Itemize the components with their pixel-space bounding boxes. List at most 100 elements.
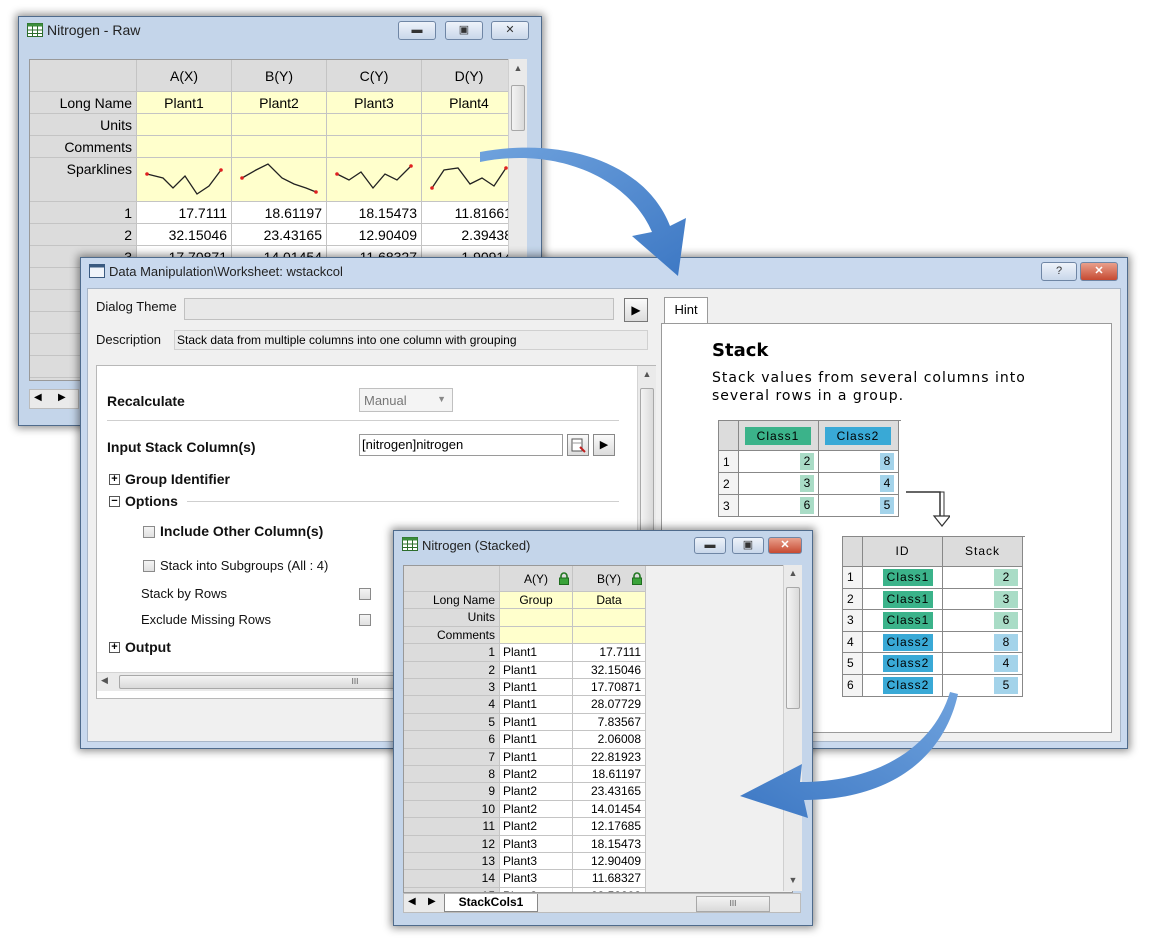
column-header[interactable]: A(X) bbox=[137, 60, 232, 92]
sheet-tab[interactable]: StackCols1 bbox=[444, 894, 538, 912]
row-label[interactable]: Units bbox=[404, 609, 500, 627]
scroll-thumb[interactable] bbox=[511, 85, 525, 131]
recalculate-dropdown[interactable]: Manual ▼ bbox=[359, 388, 453, 412]
expand-output-icon[interactable]: + bbox=[109, 642, 120, 653]
stacked-worksheet-grid[interactable]: A(Y) B(Y) Long Name Group Data Units Comments 1… bbox=[403, 565, 793, 893]
scroll-right-arrow[interactable]: ▶ bbox=[428, 896, 436, 907]
input-stack-field[interactable]: [nitrogen]nitrogen bbox=[359, 434, 563, 456]
data-cell[interactable]: 12.17685 bbox=[573, 818, 646, 836]
group-identifier-label[interactable]: Group Identifier bbox=[125, 471, 230, 487]
data-cell[interactable]: Plant1 bbox=[500, 644, 573, 662]
data-cell[interactable]: Plant2 bbox=[500, 766, 573, 784]
row-label[interactable]: Long Name bbox=[30, 92, 137, 114]
data-cell[interactable]: 7.83567 bbox=[573, 713, 646, 732]
row-number[interactable]: 12 bbox=[404, 835, 500, 853]
data-cell[interactable]: Plant1 bbox=[500, 679, 573, 697]
label-cell[interactable]: Group bbox=[500, 592, 573, 610]
row-number[interactable]: 10 bbox=[404, 800, 500, 819]
data-cell[interactable]: Plant1 bbox=[500, 731, 573, 749]
data-cell[interactable]: 32.15046 bbox=[137, 224, 232, 246]
label-cell[interactable] bbox=[573, 609, 646, 627]
row-number[interactable]: 2 bbox=[30, 224, 137, 246]
data-cell[interactable]: 18.15473 bbox=[573, 835, 646, 853]
close-button[interactable]: ✕ bbox=[768, 537, 802, 554]
scroll-left-arrow[interactable]: ◀ bbox=[101, 675, 108, 686]
label-cell[interactable] bbox=[573, 626, 646, 645]
data-cell[interactable]: 12.90409 bbox=[327, 224, 422, 246]
data-cell[interactable]: 32.15046 bbox=[573, 661, 646, 679]
data-cell[interactable]: 22.81923 bbox=[573, 748, 646, 766]
label-cell[interactable] bbox=[327, 136, 422, 158]
data-cell[interactable]: Plant1 bbox=[500, 661, 573, 679]
scroll-left-arrow[interactable]: ◀ bbox=[34, 392, 42, 403]
input-menu-button[interactable]: ▶ bbox=[593, 434, 615, 456]
data-cell[interactable]: 17.7111 bbox=[137, 202, 232, 224]
row-number[interactable]: 5 bbox=[404, 713, 500, 732]
raw-titlebar[interactable]: Nitrogen - Raw ▬ ▣ ✕ bbox=[19, 17, 541, 45]
label-cell[interactable] bbox=[137, 136, 232, 158]
data-cell[interactable]: Plant1 bbox=[500, 696, 573, 714]
data-cell[interactable]: 23.43165 bbox=[232, 224, 327, 246]
select-columns-icon[interactable] bbox=[567, 434, 589, 456]
expand-group-identifier-icon[interactable]: + bbox=[109, 474, 120, 485]
scroll-up-arrow[interactable]: ▲ bbox=[638, 369, 656, 379]
collapse-options-icon[interactable]: − bbox=[109, 496, 120, 507]
label-cell[interactable]: Plant4 bbox=[422, 92, 508, 114]
label-cell[interactable] bbox=[422, 114, 508, 136]
row-label[interactable]: Sparklines bbox=[30, 158, 137, 202]
data-cell[interactable]: Plant2 bbox=[500, 800, 573, 819]
row-number[interactable]: 1 bbox=[30, 202, 137, 224]
data-cell[interactable]: Plant3 bbox=[500, 870, 573, 888]
stack-subgroups-checkbox[interactable] bbox=[143, 560, 155, 572]
column-header[interactable]: D(Y) bbox=[422, 60, 508, 92]
row-number[interactable]: 1 bbox=[404, 644, 500, 662]
row-label[interactable]: Units bbox=[30, 114, 137, 136]
output-label[interactable]: Output bbox=[125, 639, 171, 655]
scroll-up-arrow[interactable]: ▲ bbox=[509, 63, 527, 73]
label-cell[interactable]: Plant2 bbox=[232, 92, 327, 114]
row-number[interactable]: 11 bbox=[404, 818, 500, 836]
tab-scrollbar[interactable]: III bbox=[696, 896, 770, 912]
label-cell[interactable] bbox=[500, 609, 573, 627]
row-label[interactable]: Comments bbox=[30, 136, 137, 158]
data-cell[interactable]: 23.43165 bbox=[573, 783, 646, 801]
help-button[interactable]: ? bbox=[1041, 262, 1077, 281]
corner-cell[interactable] bbox=[30, 60, 137, 92]
data-cell[interactable]: 17.7111 bbox=[573, 644, 646, 662]
raw-horizontal-scrollbar[interactable]: ◀ ▶ bbox=[29, 389, 79, 409]
data-cell[interactable]: 28.07729 bbox=[573, 696, 646, 714]
corner-cell[interactable] bbox=[404, 566, 500, 592]
data-cell[interactable]: 12.90409 bbox=[573, 853, 646, 871]
sparkline-cell[interactable] bbox=[232, 158, 327, 202]
row-number[interactable]: 9 bbox=[404, 783, 500, 801]
label-cell[interactable] bbox=[137, 114, 232, 136]
scroll-down-arrow[interactable]: ▼ bbox=[784, 875, 802, 885]
scroll-right-arrow[interactable]: ▶ bbox=[58, 392, 66, 403]
data-cell[interactable]: Plant2 bbox=[500, 818, 573, 836]
row-number[interactable]: 8 bbox=[404, 766, 500, 784]
data-cell[interactable]: 2.06008 bbox=[573, 731, 646, 749]
row-number[interactable]: 2 bbox=[404, 661, 500, 679]
dialog-close-button[interactable]: ✕ bbox=[1080, 262, 1118, 281]
theme-menu-button[interactable]: ▶ bbox=[624, 298, 648, 322]
scroll-left-arrow[interactable]: ◀ bbox=[408, 896, 416, 907]
maximize-button[interactable]: ▣ bbox=[732, 537, 764, 554]
close-button[interactable]: ✕ bbox=[491, 21, 529, 40]
hint-tab[interactable]: Hint bbox=[664, 297, 708, 323]
row-label[interactable]: Long Name bbox=[404, 592, 500, 610]
stacked-titlebar[interactable]: Nitrogen (Stacked) ▬ ▣ ✕ bbox=[394, 531, 812, 559]
data-cell[interactable]: Plant3 bbox=[500, 853, 573, 871]
row-number[interactable]: 14 bbox=[404, 870, 500, 888]
include-other-checkbox[interactable] bbox=[143, 526, 155, 538]
minimize-button[interactable]: ▬ bbox=[694, 537, 726, 554]
column-header[interactable]: B(Y) bbox=[232, 60, 327, 92]
data-cell[interactable]: 14.01454 bbox=[573, 800, 646, 819]
column-header[interactable]: A(Y) bbox=[500, 566, 573, 592]
stack-by-rows-checkbox[interactable] bbox=[359, 588, 371, 600]
row-label[interactable]: Comments bbox=[404, 626, 500, 645]
row-number[interactable]: 6 bbox=[404, 731, 500, 749]
sparkline-cell[interactable] bbox=[327, 158, 422, 202]
label-cell[interactable] bbox=[500, 626, 573, 645]
scroll-up-arrow[interactable]: ▲ bbox=[784, 568, 802, 578]
data-cell[interactable]: 18.61197 bbox=[232, 202, 327, 224]
